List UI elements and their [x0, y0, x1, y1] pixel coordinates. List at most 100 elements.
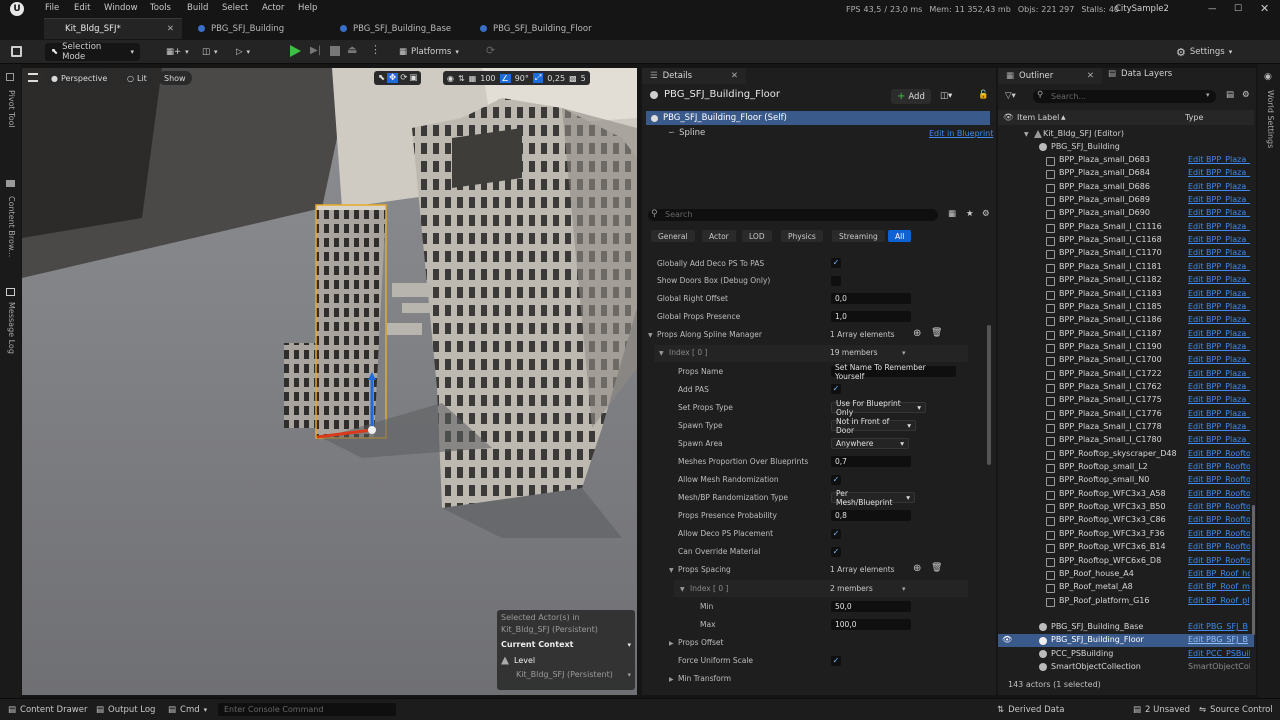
- close-tab-icon[interactable]: ✕: [1087, 71, 1094, 81]
- chevron-down-icon[interactable]: ▾: [1206, 91, 1210, 99]
- expand-arrow-icon[interactable]: ▼: [669, 567, 674, 574]
- outliner-item-name[interactable]: BPP_Plaza_Small_I_C1116: [1059, 222, 1162, 231]
- props-name-field[interactable]: Set Name To Remember Yourself: [831, 363, 956, 381]
- members-dropdown[interactable]: 2 members: [830, 584, 873, 593]
- outliner-item-type[interactable]: Edit BPP_Plaza_: [1188, 395, 1250, 404]
- rotation-snap-icon[interactable]: ∠: [499, 73, 511, 83]
- pivot-tool-tab[interactable]: Pivot Tool: [7, 90, 16, 128]
- grid-snap-icon[interactable]: ▦: [469, 74, 477, 83]
- outliner-tab[interactable]: ▦ Outliner ✕: [998, 68, 1102, 84]
- trash-icon[interactable]: 🗑: [931, 328, 942, 338]
- outliner-item-name[interactable]: BPP_Plaza_small_D689: [1059, 195, 1150, 204]
- menu-build[interactable]: Build: [187, 3, 208, 13]
- outliner-root[interactable]: Kit_Bldg_SFJ (Editor): [1043, 129, 1124, 138]
- outliner-item-name[interactable]: BPP_Rooftop_WFC3x3_C86: [1059, 515, 1166, 524]
- outliner-item-type[interactable]: Edit BP_Roof_ho: [1188, 569, 1250, 578]
- checkbox-allow-deco-ps[interactable]: ✓: [831, 529, 841, 539]
- chevron-down-icon[interactable]: ▾: [902, 585, 906, 593]
- category-all[interactable]: All: [888, 230, 912, 242]
- checkbox-allow-mesh-randomization[interactable]: ✓: [831, 475, 841, 485]
- show-button[interactable]: Show: [158, 71, 192, 85]
- outliner-item-type[interactable]: Edit BPP_Roofto: [1188, 515, 1250, 524]
- category-streaming[interactable]: Streaming: [832, 230, 885, 242]
- menu-edit[interactable]: Edit: [74, 3, 90, 13]
- outliner-item-type[interactable]: Edit BPP_Plaza_: [1188, 235, 1250, 244]
- trash-icon[interactable]: 🗑: [931, 563, 942, 573]
- rotation-snap-value[interactable]: 90°: [515, 74, 529, 83]
- expand-arrow-icon[interactable]: ▼: [648, 332, 653, 339]
- outliner-item-type[interactable]: Edit BPP_Plaza_: [1188, 208, 1250, 217]
- outliner-item-type[interactable]: Edit BPP_Plaza_: [1188, 168, 1250, 177]
- level-viewport[interactable]: [22, 68, 637, 695]
- outliner-item-type[interactable]: Edit BPP_Roofto: [1188, 542, 1250, 551]
- outliner-item-type[interactable]: Edit BPP_Plaza_: [1188, 369, 1250, 378]
- current-context-header[interactable]: Current Context ▾: [501, 640, 631, 649]
- tab-pbg-sfj-building-base[interactable]: PBG_SFJ_Building_Base: [330, 18, 468, 39]
- outliner-item-type[interactable]: Edit BPP_Plaza_: [1188, 355, 1250, 364]
- minimize-icon[interactable]: —: [1208, 4, 1217, 14]
- global-props-presence-field[interactable]: 1,0: [831, 311, 911, 322]
- star-icon[interactable]: ★: [966, 209, 974, 219]
- add-element-icon[interactable]: ⊕: [913, 328, 921, 339]
- menu-file[interactable]: File: [45, 3, 59, 13]
- props-presence-probability-field[interactable]: 0,8: [831, 510, 911, 521]
- members-dropdown[interactable]: 19 members: [830, 348, 878, 357]
- outliner-item-name[interactable]: PCC_PSBuilding: [1051, 649, 1113, 658]
- save-icon[interactable]: [11, 46, 22, 57]
- outliner-scrollbar[interactable]: [1252, 505, 1255, 635]
- outliner-item-name[interactable]: BPP_Plaza_Small_I_C1183: [1059, 289, 1162, 298]
- outliner-item-type[interactable]: Edit BPP_Plaza_: [1188, 302, 1250, 311]
- outliner-item-type[interactable]: Edit BPP_Plaza_: [1188, 262, 1250, 271]
- close-icon[interactable]: ✕: [1260, 2, 1269, 15]
- menu-select[interactable]: Select: [222, 3, 248, 13]
- tab-pbg-sfj-building-floor[interactable]: PBG_SFJ_Building_Floor: [470, 18, 610, 39]
- close-tab-icon[interactable]: ✕: [731, 71, 738, 81]
- surface-snap-icon[interactable]: ⇅: [458, 74, 465, 83]
- menu-actor[interactable]: Actor: [262, 3, 284, 13]
- spawn-type-dropdown[interactable]: Not in Front of Door ▾: [831, 417, 916, 435]
- grid-snap-value[interactable]: 100: [480, 74, 495, 83]
- outliner-item-name[interactable]: BPP_Plaza_Small_I_C1780: [1059, 435, 1162, 444]
- level-dropdown[interactable]: Kit_Bldg_SFJ (Persistent) ▾: [516, 670, 631, 679]
- outliner-item-type[interactable]: Edit BPP_Roofto: [1188, 556, 1250, 565]
- add-content-button[interactable]: ▦+ ▾: [160, 43, 195, 61]
- component-spline-row[interactable]: ∽ Spline: [668, 128, 705, 138]
- perspective-button[interactable]: ● Perspective: [45, 71, 114, 85]
- global-right-offset-field[interactable]: 0,0: [831, 293, 911, 304]
- randomization-type-dropdown[interactable]: Per Mesh/Blueprint ▾: [831, 489, 915, 507]
- outliner-item-name[interactable]: BPP_Plaza_Small_I_C1170: [1059, 248, 1162, 257]
- expand-arrow-icon[interactable]: ▶: [669, 640, 674, 647]
- outliner-item-type[interactable]: Edit BPP_Plaza_: [1188, 275, 1250, 284]
- outliner-item-name[interactable]: BPP_Plaza_Small_I_C1762: [1059, 382, 1162, 391]
- outliner-item-type[interactable]: Edit BPP_Plaza_: [1188, 329, 1250, 338]
- expand-arrow-icon[interactable]: ▼: [680, 586, 685, 593]
- tab-kit-bldg[interactable]: Kit_Bldg_SFJ* ✕: [44, 18, 182, 39]
- world-icon[interactable]: ◉: [447, 74, 454, 83]
- outliner-item-type[interactable]: Edit BPP_Plaza_: [1188, 422, 1250, 431]
- outliner-item-name[interactable]: BPP_Plaza_Small_I_C1186: [1059, 315, 1162, 324]
- category-physics[interactable]: Physics: [781, 230, 823, 242]
- source-control-button[interactable]: ⇋ Source Control: [1199, 705, 1273, 715]
- outliner-item-name[interactable]: BPP_Plaza_small_D684: [1059, 168, 1150, 177]
- outliner-item-type[interactable]: Edit BPP_Plaza_: [1188, 289, 1250, 298]
- outliner-item-type[interactable]: Edit BP_Roof_pl: [1188, 596, 1250, 605]
- tab-pbg-sfj-building[interactable]: PBG_SFJ_Building: [188, 18, 328, 39]
- camera-speed-value[interactable]: 5: [581, 74, 586, 83]
- outliner-item-type[interactable]: Edit BPP_Roofto: [1188, 529, 1250, 538]
- item-label-header[interactable]: Item Label: [1017, 113, 1059, 122]
- visibility-header-icon[interactable]: 👁: [1003, 113, 1014, 123]
- world-settings-tab[interactable]: World Settings: [1266, 90, 1275, 148]
- outliner-item-type[interactable]: Edit BPP_Roofto: [1188, 462, 1250, 471]
- category-lod[interactable]: LOD: [742, 230, 772, 242]
- content-browser-tab[interactable]: Content Brow...: [7, 196, 16, 257]
- outliner-item-type[interactable]: Edit PCC_PSBuil: [1188, 649, 1250, 658]
- scale-icon[interactable]: ▣: [409, 73, 417, 83]
- outliner-item-name[interactable]: BPP_Plaza_Small_I_C1185: [1059, 302, 1162, 311]
- output-log-button[interactable]: ▤ Output Log: [96, 705, 155, 715]
- outliner-item-name[interactable]: BPP_Plaza_Small_I_C1168: [1059, 235, 1162, 244]
- platforms-dropdown[interactable]: ▦ Platforms ▾: [393, 43, 465, 61]
- outliner-item-name[interactable]: BPP_Rooftop_WFC3x3_B50: [1059, 502, 1166, 511]
- content-drawer-button[interactable]: ▤ Content Drawer: [8, 705, 87, 715]
- outliner-item-type[interactable]: Edit BPP_Plaza_: [1188, 182, 1250, 191]
- meshes-proportion-field[interactable]: 0,7: [831, 456, 911, 467]
